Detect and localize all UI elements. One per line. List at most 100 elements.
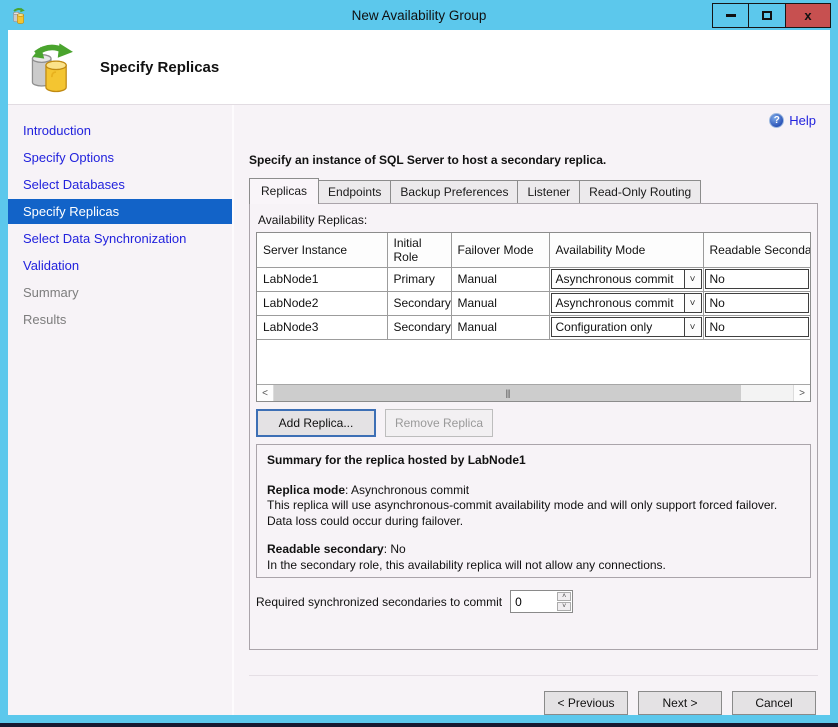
database-sync-icon xyxy=(24,40,78,94)
sidebar-item-specify-replicas[interactable]: Specify Replicas xyxy=(8,199,232,224)
dropdown-value: Configuration only xyxy=(552,320,684,334)
spin-buttons: ˄ ˅ xyxy=(556,591,572,612)
maximize-icon xyxy=(762,11,772,20)
remove-replica-button: Remove Replica xyxy=(385,409,493,437)
cell-initial-role[interactable]: Secondary xyxy=(387,315,451,339)
spin-up-icon[interactable]: ˄ xyxy=(557,592,571,601)
col-header-initial-role[interactable]: Initial Role xyxy=(387,233,451,267)
cell-readable-secondary: No xyxy=(703,291,810,315)
replica-mode-value: : Asynchronous commit xyxy=(345,483,469,497)
previous-button[interactable]: < Previous xyxy=(544,691,628,715)
wizard-body: Introduction Specify Options Select Data… xyxy=(8,105,830,715)
add-replica-button[interactable]: Add Replica... xyxy=(256,409,376,437)
sidebar-item-select-data-synchronization[interactable]: Select Data Synchronization xyxy=(8,225,232,252)
table-row: LabNode2 Secondary Manual Asynchronous c… xyxy=(257,291,810,315)
wizard-footer: < Previous Next > Cancel xyxy=(249,675,818,715)
cell-failover-mode[interactable]: Manual xyxy=(451,315,549,339)
cell-availability-mode: Asynchronous commit ˅ xyxy=(549,267,703,291)
readable-secondary-description: In the secondary role, this availability… xyxy=(267,558,800,574)
instruction-text: Specify an instance of SQL Server to hos… xyxy=(249,153,818,167)
minimize-button[interactable] xyxy=(712,3,749,28)
next-button[interactable]: Next > xyxy=(638,691,722,715)
scrollbar-track[interactable] xyxy=(741,385,793,401)
sidebar-item-introduction[interactable]: Introduction xyxy=(8,117,232,144)
tab-replicas[interactable]: Replicas xyxy=(249,178,319,204)
close-button[interactable]: x xyxy=(786,3,831,28)
sidebar-item-select-databases[interactable]: Select Databases xyxy=(8,171,232,198)
readable-secondary-value: : No xyxy=(384,542,406,556)
maximize-button[interactable] xyxy=(749,3,786,28)
sidebar-item-validation[interactable]: Validation xyxy=(8,252,232,279)
scrollbar-grip-icon: ||| xyxy=(505,389,509,398)
wizard-header: Specify Replicas xyxy=(8,30,830,105)
dropdown-value: Asynchronous commit xyxy=(552,272,684,286)
replica-mode-label: Replica mode xyxy=(267,483,345,497)
quorum-row: Required synchronized secondaries to com… xyxy=(256,590,811,613)
help-label: Help xyxy=(789,113,816,128)
spin-down-icon[interactable]: ˅ xyxy=(557,602,571,611)
cancel-button[interactable]: Cancel xyxy=(732,691,816,715)
cell-initial-role[interactable]: Primary xyxy=(387,267,451,291)
availability-mode-dropdown[interactable]: Asynchronous commit ˅ xyxy=(551,269,702,289)
quorum-label: Required synchronized secondaries to com… xyxy=(256,595,502,609)
readable-secondary-dropdown[interactable]: No xyxy=(705,317,810,337)
help-link[interactable]: ? Help xyxy=(769,113,816,128)
scroll-right-icon[interactable]: > xyxy=(793,385,810,401)
sidebar-item-results: Results xyxy=(8,306,232,333)
close-icon: x xyxy=(804,9,811,22)
col-header-failover-mode[interactable]: Failover Mode xyxy=(451,233,549,267)
dialog-content: Specify Replicas Introduction Specify Op… xyxy=(8,30,830,715)
cell-server-instance[interactable]: LabNode2 xyxy=(257,291,387,315)
chevron-down-icon[interactable]: ˅ xyxy=(684,294,701,312)
quorum-input[interactable] xyxy=(511,591,556,612)
chevron-down-icon[interactable]: ˅ xyxy=(684,270,701,288)
replica-mode-description: This replica will use asynchronous-commi… xyxy=(267,498,800,529)
window-bottom-edge xyxy=(0,723,838,727)
scrollbar-thumb[interactable]: ||| xyxy=(274,385,741,401)
availability-mode-dropdown[interactable]: Asynchronous commit ˅ xyxy=(551,293,702,313)
minimize-icon xyxy=(726,14,736,17)
titlebar: New Availability Group x xyxy=(0,0,838,30)
col-header-server-instance[interactable]: Server Instance xyxy=(257,233,387,267)
scroll-left-icon[interactable]: < xyxy=(257,385,274,401)
summary-title: Summary for the replica hosted by LabNod… xyxy=(267,453,800,469)
availability-mode-dropdown[interactable]: Configuration only ˅ xyxy=(551,317,702,337)
tab-endpoints[interactable]: Endpoints xyxy=(319,180,391,203)
sidebar-item-summary: Summary xyxy=(8,279,232,306)
readable-secondary-dropdown[interactable]: No xyxy=(705,269,810,289)
grid-button-row: Add Replica... Remove Replica xyxy=(256,409,811,437)
dropdown-value: No xyxy=(706,296,809,310)
dropdown-value: No xyxy=(706,320,809,334)
wizard-steps-sidebar: Introduction Specify Options Select Data… xyxy=(8,105,232,715)
cell-readable-secondary: No xyxy=(703,315,810,339)
dropdown-value: No xyxy=(706,272,809,286)
col-header-readable-secondary[interactable]: Readable Secondary xyxy=(703,233,810,267)
cell-initial-role[interactable]: Secondary xyxy=(387,291,451,315)
cell-readable-secondary: No xyxy=(703,267,810,291)
readable-secondary-dropdown[interactable]: No xyxy=(705,293,810,313)
cell-failover-mode[interactable]: Manual xyxy=(451,267,549,291)
table-row: LabNode1 Primary Manual Asynchronous com… xyxy=(257,267,810,291)
availability-replicas-label: Availability Replicas: xyxy=(258,213,811,227)
tab-listener[interactable]: Listener xyxy=(518,180,580,203)
tab-read-only-routing[interactable]: Read-Only Routing xyxy=(580,180,701,203)
sidebar-item-specify-options[interactable]: Specify Options xyxy=(8,144,232,171)
readable-secondary-label: Readable secondary xyxy=(267,542,384,556)
window-controls: x xyxy=(712,3,831,28)
grid-empty-area xyxy=(257,340,810,385)
tab-strip: Replicas Endpoints Backup Preferences Li… xyxy=(249,178,818,203)
cell-availability-mode: Configuration only ˅ xyxy=(549,315,703,339)
chevron-down-icon[interactable]: ˅ xyxy=(684,318,701,336)
table-row: LabNode3 Secondary Manual Configuration … xyxy=(257,315,810,339)
main-panel: ? Help Specify an instance of SQL Server… xyxy=(234,105,830,715)
cell-failover-mode[interactable]: Manual xyxy=(451,291,549,315)
cell-server-instance[interactable]: LabNode1 xyxy=(257,267,387,291)
cell-server-instance[interactable]: LabNode3 xyxy=(257,315,387,339)
tab-backup-preferences[interactable]: Backup Preferences xyxy=(391,180,518,203)
quorum-spinbox: ˄ ˅ xyxy=(510,590,573,613)
replicas-tab-panel: Availability Replicas: Server Instance I… xyxy=(249,203,818,650)
col-header-availability-mode[interactable]: Availability Mode xyxy=(549,233,703,267)
horizontal-scrollbar[interactable]: < ||| > xyxy=(257,384,810,401)
summary-readable-secondary: Readable secondary: No In the secondary … xyxy=(267,542,800,573)
help-icon: ? xyxy=(769,113,784,128)
